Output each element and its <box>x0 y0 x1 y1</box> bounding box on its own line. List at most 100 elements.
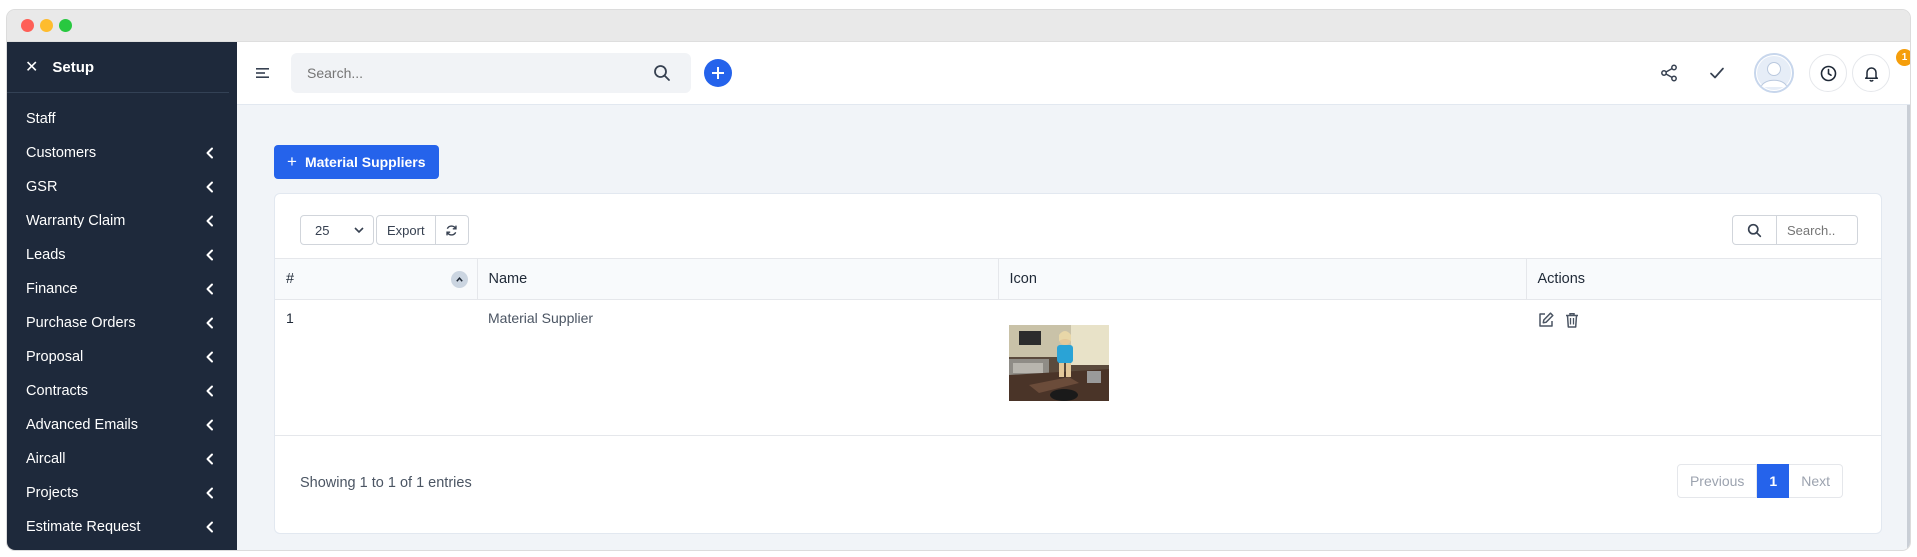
sidebar-item-label: Finance <box>26 281 78 297</box>
sidebar-item-projects[interactable]: Projects <box>7 476 237 510</box>
column-header-number[interactable]: # <box>275 258 477 300</box>
title-bar <box>7 10 1910 42</box>
sidebar-item-advanced-emails[interactable]: Advanced Emails <box>7 408 237 442</box>
sidebar-item-leads[interactable]: Leads <box>7 238 237 272</box>
pagination: Previous 1 Next <box>1676 464 1843 498</box>
user-avatar[interactable] <box>1754 53 1794 93</box>
chevron-left-icon <box>203 486 217 500</box>
chevron-left-icon <box>203 384 217 398</box>
notification-badge: 1 <box>1896 49 1910 66</box>
chevron-left-icon <box>203 146 217 160</box>
chevron-left-icon <box>203 520 217 534</box>
sidebar-item-label: Purchase Orders <box>26 315 136 331</box>
close-setup-icon[interactable]: ✕ <box>25 57 38 77</box>
sidebar-item-label: Projects <box>26 485 79 501</box>
sidebar-item-label: Advanced Emails <box>26 417 139 433</box>
sidebar-item-label: GSR <box>26 179 58 195</box>
sidebar-item-aircall[interactable]: Aircall <box>7 442 237 476</box>
sidebar-item-estimate-request[interactable]: Estimate Request <box>7 510 237 544</box>
row-number: 1 <box>275 299 477 436</box>
sidebar-header: ✕ Setup <box>7 42 229 93</box>
plus-icon: + <box>287 152 297 171</box>
sidebar: ✕ Setup Staff Customers GSR Warranty Claim L… <box>7 42 237 550</box>
page-length-select[interactable]: 25 <box>300 215 374 245</box>
table-search-input[interactable] <box>1777 215 1858 245</box>
delete-icon[interactable] <box>1563 311 1581 332</box>
quick-add-button[interactable] <box>704 59 732 87</box>
export-button[interactable]: Export <box>376 215 436 245</box>
column-header-name[interactable]: Name <box>476 258 998 300</box>
plus-icon <box>712 67 724 79</box>
page-length-value: 25 <box>315 222 330 238</box>
add-material-supplier-button[interactable]: + Material Suppliers <box>274 145 439 179</box>
supplier-photo <box>1009 325 1109 401</box>
reload-button[interactable] <box>435 215 469 245</box>
sidebar-item-contracts[interactable]: Contracts <box>7 374 237 408</box>
sidebar-item-finance[interactable]: Finance <box>7 272 237 306</box>
sidebar-title: Setup <box>52 58 95 76</box>
suppliers-table-card: 25 Export Search.. # Name Icon Actions 1… <box>274 193 1882 534</box>
chevron-left-icon <box>203 214 217 228</box>
main-area: 1 + Material Suppliers 25 Export <box>237 42 1910 550</box>
chevron-left-icon <box>203 316 217 330</box>
global-search-input[interactable] <box>307 65 647 81</box>
table-search-icon[interactable] <box>1732 215 1777 245</box>
search-icon[interactable] <box>653 64 671 87</box>
close-window-button[interactable] <box>21 19 34 32</box>
edit-icon[interactable] <box>1537 311 1555 332</box>
user-icon <box>1757 56 1791 90</box>
clock-icon <box>1820 65 1836 81</box>
chevron-down-icon <box>354 227 364 234</box>
suppliers-table: # Name Icon Actions 1 Material Supplier <box>275 258 1881 436</box>
table-controls: 25 Export <box>300 215 469 245</box>
table-button-group: Export <box>376 215 469 245</box>
pagination-page-1[interactable]: 1 <box>1757 464 1790 498</box>
checkmark-icon[interactable] <box>1705 61 1729 85</box>
sidebar-item-label: Leads <box>26 247 66 263</box>
sidebar-item-proposal[interactable]: Proposal <box>7 340 237 374</box>
sidebar-item-label: Aircall <box>26 451 66 467</box>
row-icon-cell <box>998 299 1526 436</box>
share-icon[interactable] <box>1657 61 1681 85</box>
sidebar-item-label: Estimate Request <box>26 519 141 535</box>
sidebar-item-purchase-orders[interactable]: Purchase Orders <box>7 306 237 340</box>
column-header-actions: Actions <box>1525 258 1881 300</box>
scrollbar[interactable] <box>1907 105 1910 550</box>
chevron-left-icon <box>203 350 217 364</box>
add-button-label: Material Suppliers <box>304 154 426 170</box>
row-name: Material Supplier <box>477 299 998 436</box>
chevron-left-icon <box>203 452 217 466</box>
sidebar-item-staff[interactable]: Staff <box>7 102 237 136</box>
column-header-icon[interactable]: Icon <box>997 258 1526 300</box>
chevron-left-icon <box>203 282 217 296</box>
notifications-button[interactable] <box>1852 54 1890 92</box>
sidebar-item-warranty-claim[interactable]: Warranty Claim <box>7 204 237 238</box>
chevron-left-icon <box>203 248 217 262</box>
sidebar-item-label: Customers <box>26 145 97 161</box>
global-search <box>291 53 691 93</box>
table-header-row: # Name Icon Actions <box>275 258 1881 300</box>
sort-ascending-icon[interactable] <box>450 271 468 288</box>
maximize-window-button[interactable] <box>59 19 72 32</box>
sidebar-item-label: Staff <box>26 111 56 127</box>
chevron-left-icon <box>203 180 217 194</box>
row-actions <box>1526 299 1881 436</box>
bell-icon <box>1864 66 1878 82</box>
pagination-previous[interactable]: Previous <box>1676 464 1758 498</box>
sidebar-item-label: Warranty Claim <box>26 213 126 229</box>
timer-button[interactable] <box>1809 54 1847 92</box>
browser-window: ✕ Setup Staff Customers GSR Warranty Claim L… <box>7 10 1910 550</box>
table-row: 1 Material Supplier <box>275 299 1881 436</box>
top-bar: 1 <box>237 42 1910 105</box>
table-search <box>1732 215 1858 245</box>
chevron-left-icon <box>203 418 217 432</box>
pagination-next[interactable]: Next <box>1789 464 1843 498</box>
sidebar-menu: Staff Customers GSR Warranty Claim Leads Fina… <box>7 93 237 544</box>
minimize-window-button[interactable] <box>40 19 53 32</box>
sidebar-item-gsr[interactable]: GSR <box>7 170 237 204</box>
sidebar-item-label: Proposal <box>26 349 84 365</box>
table-info: Showing 1 to 1 of 1 entries <box>300 475 472 491</box>
sidebar-item-label: Contracts <box>26 383 89 399</box>
sidebar-item-customers[interactable]: Customers <box>7 136 237 170</box>
menu-toggle-icon[interactable] <box>255 66 271 80</box>
